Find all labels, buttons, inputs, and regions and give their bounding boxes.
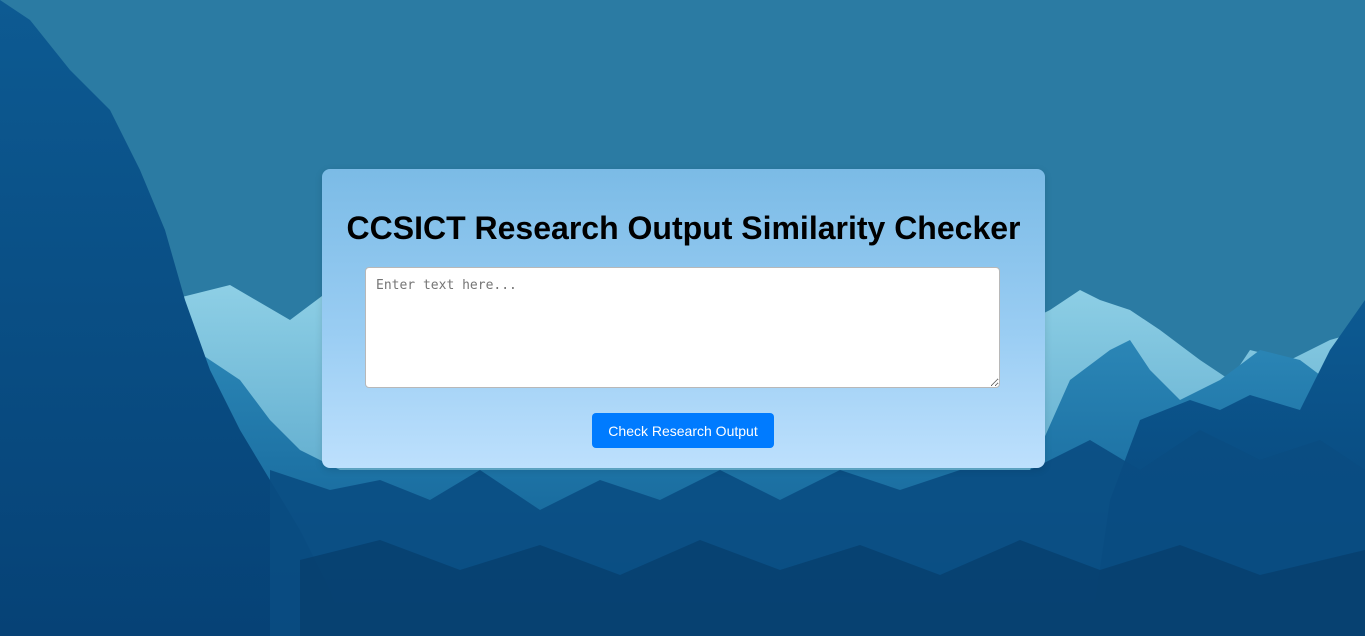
check-research-output-button[interactable]: Check Research Output [592,413,774,448]
page-title: CCSICT Research Output Similarity Checke… [346,210,1021,246]
research-text-input[interactable] [365,267,1000,388]
checker-card: CCSICT Research Output Similarity Checke… [322,169,1045,468]
page: { "page": { "title": "CCSICT Research Ou… [0,0,1365,636]
